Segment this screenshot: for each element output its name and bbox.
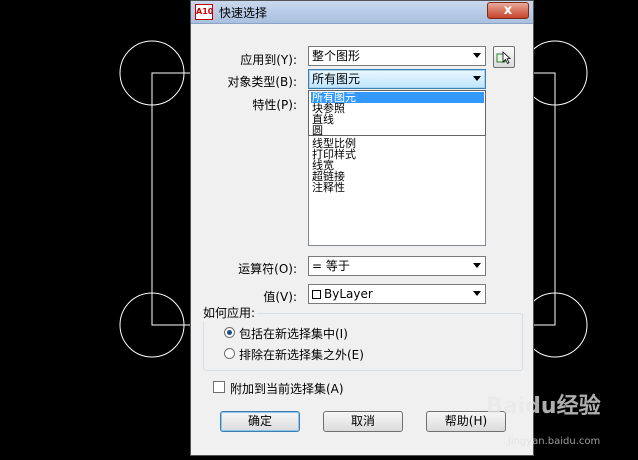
object-type-dropdown-list[interactable]: 所有图元 块参照 直线 圆 [308,90,486,136]
apply-to-value: 整个图形 [312,49,361,63]
select-objects-icon [496,51,511,65]
app-icon: A10 [195,4,213,20]
baidu-watermark: Baidu经验 [486,394,601,419]
apply-to-label: 应用到(Y): [240,53,297,67]
value-label: 值(V): [263,290,297,304]
dialog-title: 快速选择 [219,6,268,20]
how-to-apply-title: 如何应用: [201,304,258,321]
value-select[interactable]: ByLayer [308,284,486,304]
list-item[interactable]: 注释性 [312,182,345,193]
include-radio[interactable] [224,327,235,338]
object-type-label: 对象类型(B): [227,75,297,89]
select-objects-button[interactable] [493,46,515,68]
quick-select-dialog: A10 快速选择 x 应用到(Y): 整个图形 对象类型(B): 所有图元 特性… [190,0,534,456]
dropdown-option[interactable]: 圆 [311,125,484,136]
exclude-radio[interactable] [224,348,235,359]
close-button[interactable]: x [487,2,529,19]
chevron-down-icon [473,291,481,296]
operator-value: = 等于 [312,259,350,273]
include-label[interactable]: 包括在新选择集中(I) [239,325,348,342]
operator-label: 运算符(O): [238,262,297,276]
cancel-button[interactable]: 取消 [323,411,403,432]
object-type-value: 所有图元 [312,72,361,86]
append-checkbox[interactable] [213,381,225,393]
apply-to-select[interactable]: 整个图形 [308,46,486,66]
baidu-watermark-url: jingyan.baidu.com [508,436,601,447]
dropdown-option[interactable]: 块参照 [311,103,484,114]
value-value: ByLayer [324,287,373,301]
cad-line-right [534,72,556,326]
chevron-down-icon [473,263,481,268]
object-type-select[interactable]: 所有图元 [308,69,486,89]
chevron-down-icon [473,76,481,81]
ok-button[interactable]: 确定 [220,411,300,432]
exclude-label[interactable]: 排除在新选择集之外(E) [239,346,364,363]
dropdown-option[interactable]: 直线 [311,114,484,125]
operator-select[interactable]: = 等于 [308,256,486,276]
append-label[interactable]: 附加到当前选择集(A) [230,380,344,397]
title-bar[interactable]: A10 快速选择 x [191,1,533,24]
properties-label: 特性(P): [252,98,297,112]
cad-line-left [151,72,190,326]
color-swatch [312,290,321,299]
chevron-down-icon [473,53,481,58]
